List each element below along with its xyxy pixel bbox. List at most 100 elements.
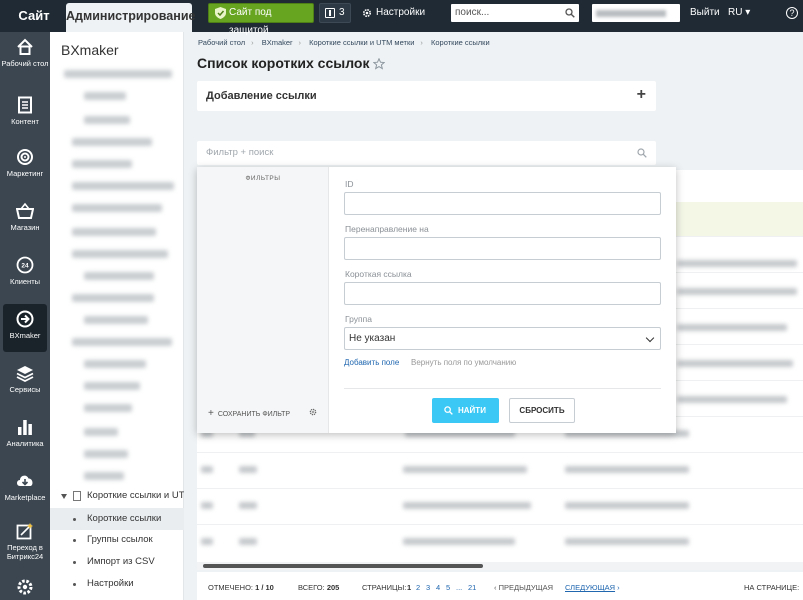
- breadcrumb-item[interactable]: BXmaker: [262, 38, 293, 47]
- redacted-tree-row[interactable]: [64, 70, 172, 78]
- redirect-field[interactable]: [344, 237, 661, 260]
- nav-shop[interactable]: Магазин: [0, 202, 50, 254]
- group-select[interactable]: Не указан: [344, 327, 661, 350]
- arrow-circle-icon: [16, 310, 34, 328]
- total-count: ВСЕГО: 205: [298, 583, 340, 592]
- filters-heading: ФИЛЬТРЫ: [245, 175, 281, 182]
- breadcrumb-item[interactable]: Рабочий стол: [198, 38, 245, 47]
- next-page-link[interactable]: СЛЕДУЮЩАЯ ›: [565, 583, 620, 592]
- table-row[interactable]: [197, 526, 803, 561]
- redacted-tree-row[interactable]: [72, 160, 132, 168]
- nav-bitrix24[interactable]: Переход в Битрикс24: [0, 522, 50, 574]
- site-protected-button[interactable]: Сайт под защитой: [208, 3, 314, 36]
- bullet-icon: [73, 518, 76, 521]
- tab-administration[interactable]: Администрирование: [66, 3, 195, 32]
- find-button[interactable]: НАЙТИ: [432, 398, 499, 423]
- table-row[interactable]: [197, 490, 803, 525]
- tab-site[interactable]: Сайт: [8, 3, 60, 29]
- table-row[interactable]: [197, 454, 803, 489]
- tree-item-short-links[interactable]: Короткие ссылки: [50, 508, 184, 530]
- shield-icon: [215, 7, 226, 19]
- tree-item-settings[interactable]: Настройки: [50, 573, 184, 595]
- id-field[interactable]: [344, 192, 661, 215]
- redacted-tree-row[interactable]: [84, 404, 132, 412]
- chevron-down-icon[interactable]: [61, 494, 67, 499]
- horizontal-scrollbar[interactable]: [197, 562, 803, 570]
- redacted-tree-row[interactable]: [84, 472, 124, 480]
- filter-search-input[interactable]: Фильтр + поиск: [197, 141, 656, 165]
- chevron-down-icon: ▾: [742, 7, 751, 18]
- language-label: RU: [728, 7, 743, 18]
- redacted-tree-row[interactable]: [72, 228, 156, 236]
- tree-title: BXmaker: [61, 42, 119, 58]
- redacted-tree-row[interactable]: [72, 250, 168, 258]
- redacted-tree-row[interactable]: [72, 182, 174, 190]
- breadcrumb-separator: ›: [298, 38, 302, 47]
- page-link[interactable]: 5: [446, 583, 450, 592]
- settings-button[interactable]: Настройки: [360, 3, 425, 23]
- page-link[interactable]: 3: [426, 583, 430, 592]
- page-link[interactable]: 21: [468, 583, 476, 592]
- redacted-tree-row[interactable]: [84, 428, 118, 436]
- user-name-redacted[interactable]: [592, 4, 680, 22]
- nav-services[interactable]: Сервисы: [0, 364, 50, 416]
- scrollbar-thumb[interactable]: [203, 564, 483, 568]
- nav-desktop[interactable]: Рабочий стол: [0, 38, 50, 90]
- help-icon[interactable]: ?: [786, 7, 798, 19]
- nav-bxmaker[interactable]: BXmaker: [3, 304, 47, 352]
- nav-marketing[interactable]: Маркетинг: [0, 148, 50, 200]
- nav-content-label: Контент: [11, 117, 39, 126]
- add-field-link[interactable]: Добавить поле: [344, 358, 399, 367]
- page-current[interactable]: 1: [407, 583, 411, 592]
- redacted-tree-row[interactable]: [84, 382, 140, 390]
- breadcrumb-item[interactable]: Короткие ссылки и UTM метки: [309, 38, 414, 47]
- search-icon[interactable]: [565, 8, 575, 18]
- star-icon[interactable]: [373, 58, 385, 70]
- redacted-tree-row[interactable]: [84, 360, 146, 368]
- notifications-button[interactable]: 3: [319, 3, 351, 23]
- plus-icon[interactable]: +: [637, 87, 646, 103]
- page-link[interactable]: ...: [456, 583, 462, 592]
- redacted-tree-row[interactable]: [72, 138, 152, 146]
- breadcrumb-item[interactable]: Короткие ссылки: [431, 38, 490, 47]
- redacted-tree-row[interactable]: [84, 450, 128, 458]
- save-filter-button[interactable]: + СОХРАНИТЬ ФИЛЬТР: [208, 408, 290, 419]
- nav-marketplace[interactable]: Marketplace: [0, 472, 50, 524]
- redacted-tree-row[interactable]: [72, 294, 154, 302]
- filter-search-placeholder: Фильтр + поиск: [206, 147, 274, 158]
- redacted-tree-row[interactable]: [84, 116, 130, 124]
- restore-default-fields-link[interactable]: Вернуть поля по умолчанию: [411, 358, 516, 367]
- nav-content[interactable]: Контент: [0, 96, 50, 148]
- tree-item-import-csv[interactable]: Импорт из CSV: [50, 551, 184, 573]
- redacted-tree-row[interactable]: [84, 272, 154, 280]
- nav-clients[interactable]: 24 Клиенты: [0, 256, 50, 308]
- reset-button[interactable]: СБРОСИТЬ: [509, 398, 575, 423]
- tree-item-link-groups[interactable]: Группы ссылок: [50, 529, 184, 551]
- tree-item-label: Настройки: [87, 578, 134, 589]
- nav-bitrix24-label: Переход в Битрикс24: [6, 543, 44, 561]
- nav-analytics[interactable]: Аналитика: [0, 418, 50, 470]
- page-link[interactable]: 2: [416, 583, 420, 592]
- section-tree: BXmaker Короткие ссылки и UTM м Короткие…: [50, 32, 184, 600]
- page-link[interactable]: 4: [436, 583, 440, 592]
- tree-item-short-links-utm[interactable]: Короткие ссылки и UTM м: [50, 485, 184, 507]
- global-search-input[interactable]: поиск...: [451, 4, 579, 22]
- prev-page-link[interactable]: ‹ ПРЕДЫДУЩАЯ: [494, 583, 553, 592]
- nav-settings[interactable]: [0, 578, 50, 600]
- search-icon[interactable]: [637, 148, 647, 158]
- add-link-panel[interactable]: Добавление ссылки +: [197, 81, 656, 111]
- redacted-tree-row[interactable]: [84, 316, 148, 324]
- gear-icon[interactable]: [309, 408, 317, 416]
- short-link-field[interactable]: [344, 282, 661, 305]
- language-switcher[interactable]: RU ▾: [728, 3, 750, 23]
- find-button-label: НАЙТИ: [458, 406, 486, 415]
- short-link-field-label: Короткая ссылка: [345, 269, 412, 279]
- logout-link[interactable]: Выйти: [690, 3, 720, 23]
- redacted-tree-row[interactable]: [72, 204, 162, 212]
- redacted-tree-row[interactable]: [84, 92, 126, 100]
- nav-marketplace-label: Marketplace: [4, 493, 46, 502]
- target-icon: [17, 149, 33, 165]
- tree-item-label: Группы ссылок: [87, 534, 153, 545]
- saved-filters-panel: ФИЛЬТРЫ + СОХРАНИТЬ ФИЛЬТР: [197, 167, 329, 433]
- redacted-tree-row[interactable]: [72, 338, 172, 346]
